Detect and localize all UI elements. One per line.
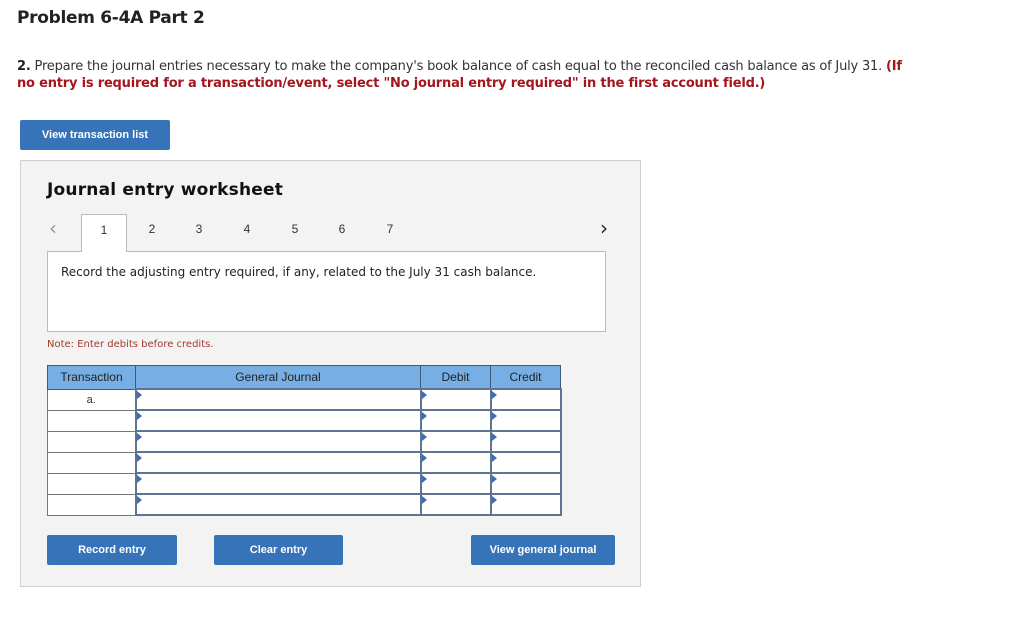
header-credit: Credit	[490, 365, 561, 390]
account-field[interactable]	[134, 493, 422, 516]
tab-1[interactable]: 1	[81, 214, 127, 252]
table-row	[47, 472, 562, 495]
header-general-journal: General Journal	[135, 365, 421, 390]
table-row	[47, 430, 562, 453]
chevron-right-icon[interactable]: ›	[600, 216, 608, 240]
transaction-cell	[47, 451, 136, 474]
dropdown-caret-icon	[421, 391, 427, 399]
dropdown-caret-icon	[491, 433, 497, 441]
dropdown-caret-icon	[136, 412, 142, 420]
transaction-cell: a.	[47, 388, 136, 411]
credit-field[interactable]	[489, 409, 562, 432]
tab-5[interactable]: 5	[272, 214, 318, 252]
debit-field[interactable]	[419, 388, 492, 411]
credit-field[interactable]	[489, 493, 562, 516]
table-row	[47, 451, 562, 474]
journal-entry-worksheet: Journal entry worksheet ‹ › 1 2 3 4 5 6 …	[20, 160, 641, 587]
dropdown-caret-icon	[491, 475, 497, 483]
account-field[interactable]	[134, 388, 422, 411]
dropdown-caret-icon	[136, 475, 142, 483]
account-field[interactable]	[134, 472, 422, 495]
record-entry-button[interactable]: Record entry	[47, 535, 177, 565]
dropdown-caret-icon	[421, 412, 427, 420]
view-transaction-list-button[interactable]: View transaction list	[20, 120, 170, 150]
credit-field[interactable]	[489, 451, 562, 474]
header-debit: Debit	[420, 365, 491, 390]
tab-7[interactable]: 7	[367, 214, 413, 252]
tab-6[interactable]: 6	[319, 214, 365, 252]
account-field[interactable]	[134, 409, 422, 432]
debits-note: Note: Enter debits before credits.	[47, 339, 214, 350]
dropdown-caret-icon	[421, 475, 427, 483]
clear-entry-button[interactable]: Clear entry	[214, 535, 343, 565]
credit-field[interactable]	[489, 430, 562, 453]
credit-field[interactable]	[489, 388, 562, 411]
table-row: a.	[47, 388, 562, 411]
dropdown-caret-icon	[491, 391, 497, 399]
table-row	[47, 493, 562, 516]
account-field[interactable]	[134, 430, 422, 453]
dropdown-caret-icon	[136, 433, 142, 441]
dropdown-caret-icon	[421, 496, 427, 504]
dropdown-caret-icon	[136, 496, 142, 504]
instruction-number: 2.	[17, 59, 31, 74]
dropdown-caret-icon	[491, 496, 497, 504]
view-general-journal-button[interactable]: View general journal	[471, 535, 615, 565]
dropdown-caret-icon	[136, 391, 142, 399]
dropdown-caret-icon	[421, 454, 427, 462]
debit-field[interactable]	[419, 430, 492, 453]
account-field[interactable]	[134, 451, 422, 474]
debit-field[interactable]	[419, 493, 492, 516]
debit-field[interactable]	[419, 451, 492, 474]
transaction-cell	[47, 472, 136, 495]
chevron-left-icon[interactable]: ‹	[49, 216, 57, 240]
instructions: 2. Prepare the journal entries necessary…	[17, 58, 917, 92]
instruction-text: Prepare the journal entries necessary to…	[34, 59, 883, 74]
dropdown-caret-icon	[491, 454, 497, 462]
debit-field[interactable]	[419, 409, 492, 432]
dropdown-caret-icon	[491, 412, 497, 420]
header-transaction: Transaction	[47, 365, 136, 390]
transaction-cell	[47, 430, 136, 453]
journal-table: Transaction General Journal Debit Credit…	[47, 365, 562, 516]
debit-field[interactable]	[419, 472, 492, 495]
tab-2[interactable]: 2	[129, 214, 175, 252]
dropdown-caret-icon	[421, 433, 427, 441]
page-title: Problem 6-4A Part 2	[17, 8, 205, 28]
transaction-cell	[47, 409, 136, 432]
tab-3[interactable]: 3	[176, 214, 222, 252]
entry-description: Record the adjusting entry required, if …	[47, 251, 606, 332]
table-row	[47, 409, 562, 432]
tab-4[interactable]: 4	[224, 214, 270, 252]
worksheet-title: Journal entry worksheet	[47, 180, 284, 200]
transaction-cell	[47, 493, 136, 516]
dropdown-caret-icon	[136, 454, 142, 462]
credit-field[interactable]	[489, 472, 562, 495]
